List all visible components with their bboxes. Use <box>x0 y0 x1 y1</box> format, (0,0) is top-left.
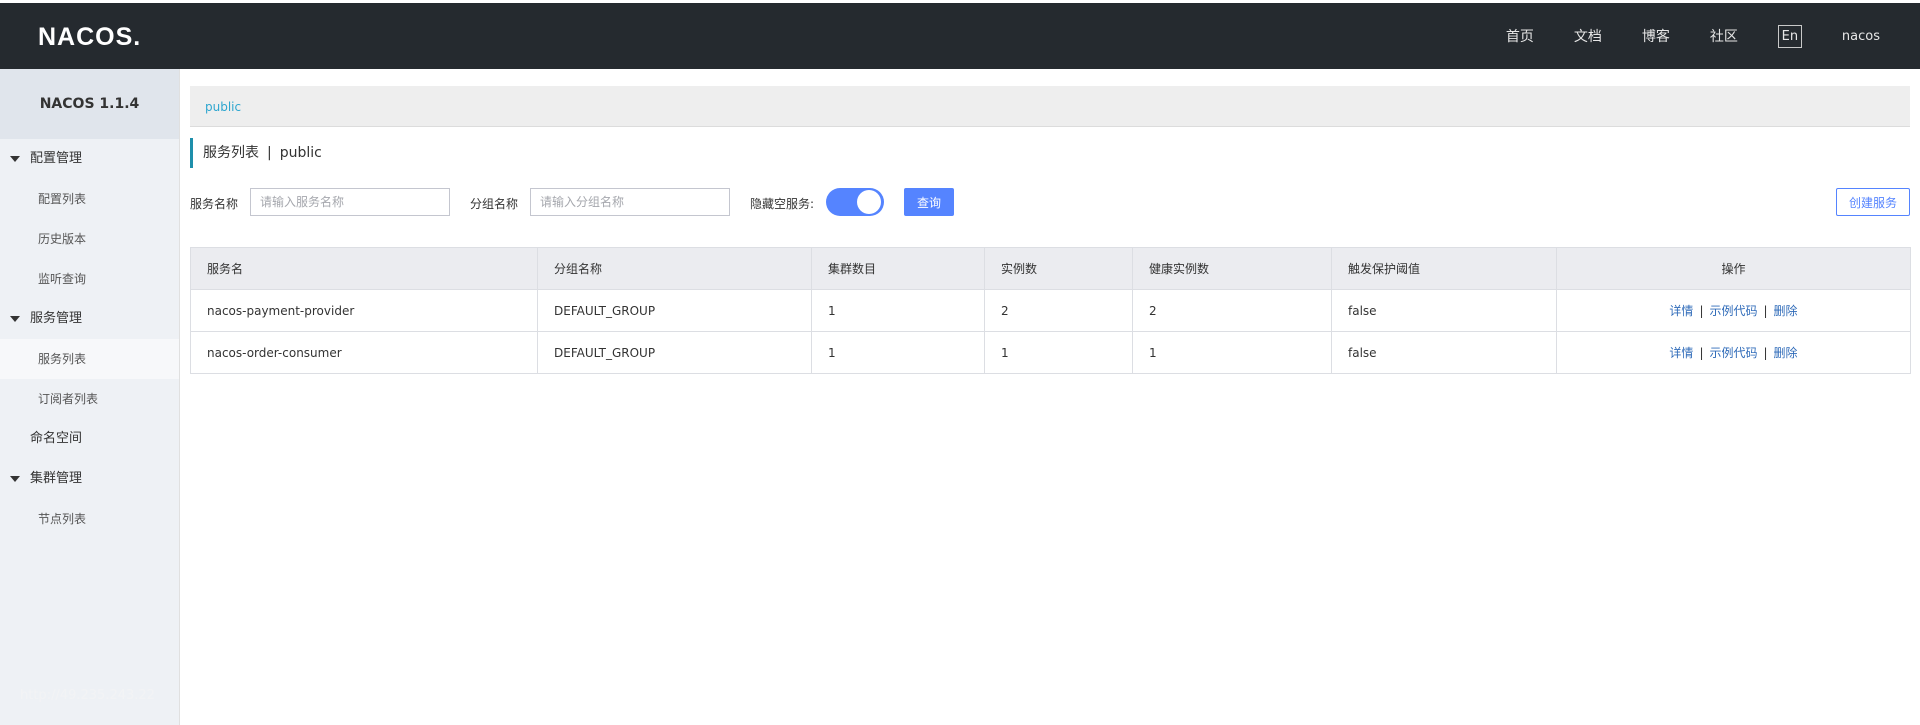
sidebar-group-label: 配置管理 <box>30 151 83 166</box>
sidebar-item-nodes[interactable]: 节点列表 <box>0 499 179 539</box>
column-header: 分组名称 <box>537 247 812 290</box>
actions-cell: 详情 | 示例代码 | 删除 <box>1556 289 1911 332</box>
column-header: 实例数 <box>984 247 1133 290</box>
delete-link[interactable]: 删除 <box>1774 346 1798 360</box>
sidebar-item-subscribers[interactable]: 订阅者列表 <box>0 379 179 419</box>
page-title-separator: | <box>267 145 272 161</box>
namespace-bar: public <box>190 86 1910 127</box>
sidebar-group-config[interactable]: 配置管理 <box>0 139 179 179</box>
column-header: 操作 <box>1556 247 1911 290</box>
action-separator: | <box>1763 304 1768 318</box>
sidebar-group-service[interactable]: 服务管理 <box>0 299 179 339</box>
top-nav: 首页 文档 博客 社区 En nacos <box>1466 3 1880 69</box>
service-name-input[interactable] <box>250 188 450 216</box>
nav-community[interactable]: 社区 <box>1710 26 1738 46</box>
table-row: nacos-payment-provider DEFAULT_GROUP 1 2… <box>190 289 1911 332</box>
service-name-cell: nacos-payment-provider <box>190 289 538 332</box>
column-header: 集群数目 <box>811 247 985 290</box>
filter-row: 服务名称 分组名称 隐藏空服务: 查询 创建服务 <box>190 188 1910 218</box>
top-header: NACOS. 首页 文档 博客 社区 En nacos <box>0 3 1920 69</box>
namespace-public-link[interactable]: public <box>205 100 241 114</box>
action-separator: | <box>1699 304 1704 318</box>
toggle-knob <box>857 190 881 214</box>
create-service-button[interactable]: 创建服务 <box>1836 188 1910 216</box>
page-title-namespace: public <box>279 145 322 161</box>
action-separator: | <box>1763 346 1768 360</box>
healthy-instance-cell: 1 <box>1132 331 1332 374</box>
detail-link[interactable]: 详情 <box>1669 346 1693 360</box>
page-title-main: 服务列表 <box>203 145 259 161</box>
sidebar-item-config-list[interactable]: 配置列表 <box>0 179 179 219</box>
sidebar-group-cluster[interactable]: 集群管理 <box>0 459 179 499</box>
instance-count-cell: 1 <box>984 331 1133 374</box>
nav-home[interactable]: 首页 <box>1506 26 1534 46</box>
healthy-instance-cell: 2 <box>1132 289 1332 332</box>
user-name[interactable]: nacos <box>1842 29 1880 44</box>
column-header: 服务名 <box>190 247 538 290</box>
query-button[interactable]: 查询 <box>904 188 954 216</box>
nav-blog[interactable]: 博客 <box>1642 26 1670 46</box>
nacos-logo[interactable]: NACOS. <box>38 23 141 52</box>
sidebar-item-service-list[interactable]: 服务列表 <box>0 339 179 379</box>
nav-docs[interactable]: 文档 <box>1574 26 1602 46</box>
caret-down-icon <box>10 316 20 322</box>
sidebar-item-namespace[interactable]: 命名空间 <box>0 419 179 459</box>
column-header: 触发保护阈值 <box>1331 247 1557 290</box>
sidebar-item-history[interactable]: 历史版本 <box>0 219 179 259</box>
delete-link[interactable]: 删除 <box>1774 304 1798 318</box>
sidebar-item-listener[interactable]: 监听查询 <box>0 259 179 299</box>
protect-threshold-cell: false <box>1331 331 1557 374</box>
table-row: nacos-order-consumer DEFAULT_GROUP 1 1 1… <box>190 331 1911 374</box>
sidebar: NACOS 1.1.4 配置管理 配置列表 历史版本 监听查询 服务管理 服务列… <box>0 69 180 725</box>
group-name-cell: DEFAULT_GROUP <box>537 289 812 332</box>
group-name-cell: DEFAULT_GROUP <box>537 331 812 374</box>
sample-code-link[interactable]: 示例代码 <box>1709 304 1757 318</box>
hide-empty-label: 隐藏空服务: <box>750 197 815 211</box>
hide-empty-toggle[interactable] <box>826 188 884 216</box>
group-name-input[interactable] <box>530 188 730 216</box>
column-header: 健康实例数 <box>1132 247 1332 290</box>
language-toggle[interactable]: En <box>1777 24 1802 48</box>
sidebar-group-label: 服务管理 <box>30 311 83 326</box>
sidebar-url-text: http://49.235.243.22 <box>20 688 155 703</box>
cluster-count-cell: 1 <box>811 289 985 332</box>
caret-down-icon <box>10 476 20 482</box>
table-header-row: 服务名 分组名称 集群数目 实例数 健康实例数 触发保护阈值 操作 <box>190 247 1911 290</box>
sidebar-title: NACOS 1.1.4 <box>0 69 179 139</box>
service-name-cell: nacos-order-consumer <box>190 331 538 374</box>
sidebar-group-label: 集群管理 <box>30 471 83 486</box>
protect-threshold-cell: false <box>1331 289 1557 332</box>
service-table: 服务名 分组名称 集群数目 实例数 健康实例数 触发保护阈值 操作 nacos-… <box>190 247 1911 374</box>
group-name-label: 分组名称 <box>470 197 519 211</box>
page-title: 服务列表 | public <box>190 138 322 168</box>
caret-down-icon <box>10 156 20 162</box>
detail-link[interactable]: 详情 <box>1669 304 1693 318</box>
actions-cell: 详情 | 示例代码 | 删除 <box>1556 331 1911 374</box>
cluster-count-cell: 1 <box>811 331 985 374</box>
service-name-label: 服务名称 <box>190 197 239 211</box>
instance-count-cell: 2 <box>984 289 1133 332</box>
action-separator: | <box>1699 346 1704 360</box>
sample-code-link[interactable]: 示例代码 <box>1709 346 1757 360</box>
